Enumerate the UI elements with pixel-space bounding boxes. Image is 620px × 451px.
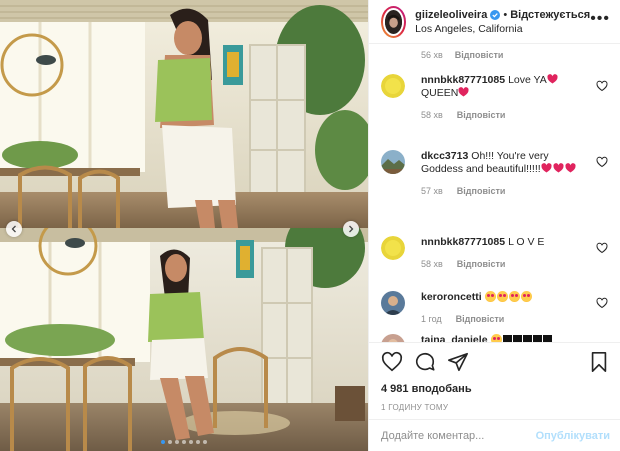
more-options-icon[interactable]: ••• [590,10,610,26]
reply-button[interactable]: Відповісти [456,313,505,326]
carousel-dot [182,440,186,444]
heart-eyes-emoji-icon [490,334,502,342]
post-side-panel: giizeleoliveira • Відстежується Los Ange… [369,0,620,451]
header-separator: • [503,8,508,21]
carousel-dot [203,440,207,444]
comment-like-icon[interactable] [596,156,608,168]
comment-meta: 58 хв Відповісти [421,109,592,122]
carousel-prev-button[interactable] [6,221,22,237]
comment-text: nnnbkk87771085 Love YA QUEEN [421,74,592,100]
carousel-dot [175,440,179,444]
red-heart-emoji-icon [553,163,565,175]
comment-time[interactable]: 58 хв [421,109,443,122]
comment-item: nnnbkk87771085 L O V E 58 хв Відповісти [381,236,608,271]
heart-eyes-emoji-icon [496,291,508,302]
post-actions: 4 981 вподобань 1 ГОДИНУ ТОМУ Опублікува… [369,342,620,451]
comment-item: dkcc3713 Oh!!! You're very Goddess and be… [381,150,608,198]
comment-username[interactable]: nnnbkk87771085 [421,74,505,86]
carousel-dot [161,440,165,444]
comment-item: taina_daniele [381,334,608,342]
publish-button[interactable]: Опублікувати [536,430,610,442]
post-header: giizeleoliveira • Відстежується Los Ange… [369,0,620,44]
comment-text: nnnbkk87771085 L O V E [421,236,592,249]
comments-list[interactable]: 56 хв Відповісти nnnbkk87771085 Love YA Q… [369,44,620,342]
heart-eyes-emoji-icon [508,291,520,302]
bookmark-icon[interactable] [588,351,610,373]
comment-time[interactable]: 1 год [421,313,442,326]
red-heart-emoji-icon [565,163,577,175]
person-avatar-2[interactable] [381,334,405,342]
comment-time[interactable]: 58 хв [421,258,443,271]
black-square-emoji-icon [502,335,512,342]
photo-slide-bottom [0,228,368,451]
comment-text: dkcc3713 Oh!!! You're very Goddess and be… [421,150,592,176]
comment-text-segment: L O V E [508,236,545,248]
red-heart-emoji-icon [458,87,470,99]
reply-button[interactable]: Відповісти [457,109,506,122]
comment-username[interactable]: taina_daniele [421,334,488,342]
comment-bubble-icon[interactable] [414,351,436,373]
comment-time: 56 хв [421,50,443,60]
heart-eyes-emoji-icon [484,291,496,302]
post-location[interactable]: Los Angeles, California [415,22,590,36]
comment-username[interactable]: keroroncetti [421,291,482,303]
comment-like-icon[interactable] [596,242,608,254]
comment-username[interactable]: dkcc3713 [421,150,468,162]
yellow-circle-avatar[interactable] [381,74,405,98]
verified-badge-icon [490,9,501,20]
reply-button[interactable]: Відповісти [455,50,504,60]
photo-slide-top [0,0,368,228]
carousel-dot [168,440,172,444]
red-heart-emoji-icon [547,74,559,86]
previous-comment-meta: 56 хв Відповісти [421,50,503,60]
author-avatar-image [385,12,403,31]
comment-like-icon[interactable] [596,297,608,309]
comment-text-segment: Love YA [508,74,547,86]
black-square-emoji-icon [522,335,532,342]
carousel-dot [189,440,193,444]
comment-meta: 1 год Відповісти [421,313,592,326]
follow-status-button[interactable]: Відстежується [510,8,590,22]
black-square-emoji-icon [542,335,552,342]
reply-button[interactable]: Відповісти [457,258,506,271]
instagram-post: giizeleoliveira • Відстежується Los Ange… [0,0,620,451]
comment-like-icon[interactable] [596,80,608,92]
comment-item: keroroncetti 1 год Відповісти [381,291,608,326]
comment-item: nnnbkk87771085 Love YA QUEEN 58 хв Відповіс… [381,74,608,122]
reply-button[interactable]: Відповісти [457,185,506,198]
yellow-circle-avatar[interactable] [381,236,405,260]
carousel-indicator [0,440,368,444]
likes-count[interactable]: 4 981 вподобань [381,383,610,395]
person-avatar[interactable] [381,291,405,315]
chevron-left-icon [11,225,16,233]
comment-text: taina_daniele [421,334,592,342]
paper-plane-icon[interactable] [447,351,469,373]
chevron-right-icon [349,225,354,233]
author-username[interactable]: giizeleoliveira [415,8,487,22]
post-time[interactable]: 1 ГОДИНУ ТОМУ [381,403,610,412]
black-square-emoji-icon [512,335,522,342]
heart-outline-icon[interactable] [381,351,403,373]
comment-meta: 57 хв Відповісти [421,185,592,198]
comment-input[interactable] [381,429,536,442]
landscape-avatar[interactable] [381,150,405,174]
black-square-emoji-icon [532,335,542,342]
post-media[interactable] [0,0,369,451]
comment-time[interactable]: 57 хв [421,185,443,198]
comment-text: keroroncetti [421,291,592,304]
author-avatar[interactable] [381,5,407,38]
comment-username[interactable]: nnnbkk87771085 [421,236,505,248]
add-comment-bar: Опублікувати [369,419,620,451]
heart-eyes-emoji-icon [520,291,532,302]
red-heart-emoji-icon [541,163,553,175]
carousel-dot [196,440,200,444]
comment-meta: 58 хв Відповісти [421,258,592,271]
comment-text-segment: QUEEN [421,87,459,99]
carousel-next-button[interactable] [343,221,359,237]
